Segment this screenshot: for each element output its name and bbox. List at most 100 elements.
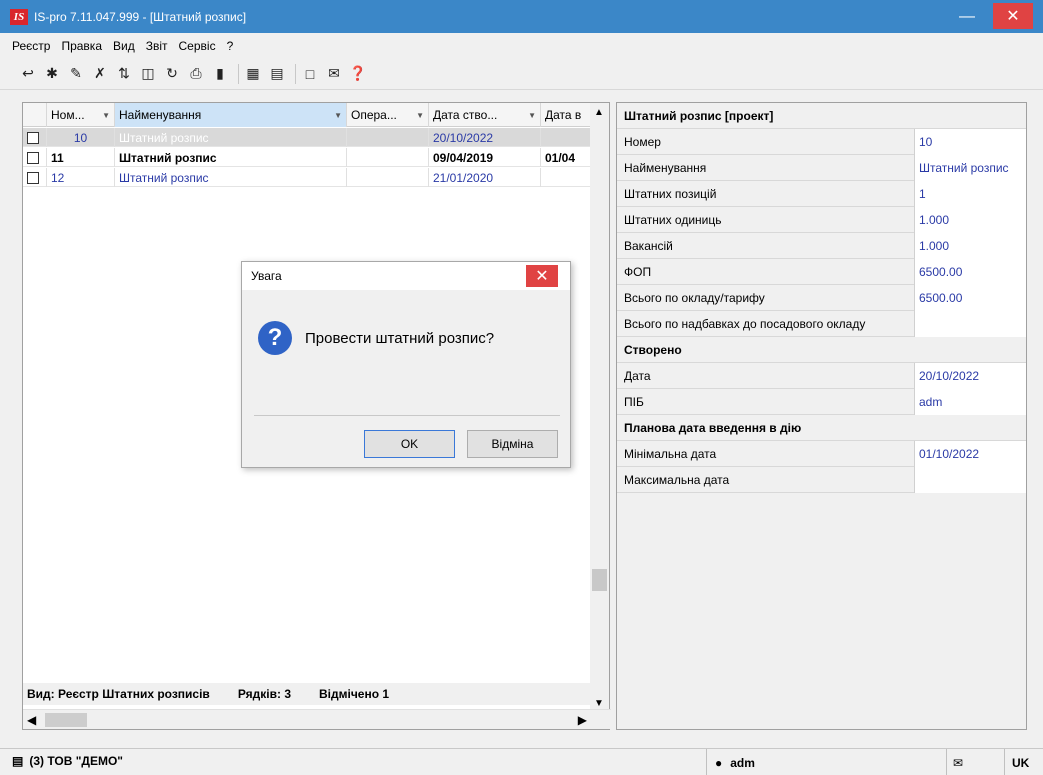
window-title: IS-pro 7.11.047.999 - [Штатний розпис] — [34, 9, 247, 24]
scroll-thumb[interactable] — [592, 569, 607, 591]
mail-icon[interactable]: ✉ — [324, 64, 344, 84]
menu-report[interactable]: Звіт — [146, 39, 168, 53]
delete-icon[interactable]: ✗ — [90, 64, 110, 84]
menu-help[interactable]: ? — [227, 39, 234, 53]
horizontal-scrollbar[interactable]: ◀ ▶ — [23, 709, 611, 729]
prop-row[interactable]: Всього по надбавках до посадового окладу — [617, 311, 1026, 337]
status-bar: ▤ (3) ТОВ "ДЕМО" ● adm ✉ UK — [0, 748, 1043, 775]
refresh-icon[interactable]: ↻ — [162, 64, 182, 84]
col-number-label: Ном... — [51, 108, 85, 122]
vertical-scrollbar[interactable]: ▲ ▼ — [590, 103, 609, 711]
prop-value[interactable] — [915, 467, 1026, 493]
minimize-button[interactable]: — — [945, 0, 989, 33]
properties-panel: Штатний розпис [проект] Номер 10 Наймену… — [616, 102, 1027, 730]
title-bar: IS IS-pro 7.11.047.999 - [Штатний розпис… — [0, 0, 1043, 33]
table-row[interactable]: ✓ 10 Штатний розпис 20/10/2022 — [23, 128, 591, 147]
col-created[interactable]: Дата ство... ▼ — [429, 103, 541, 127]
prop-value[interactable]: Штатний розпис — [915, 155, 1026, 181]
table-row[interactable]: 11 Штатний розпис 09/04/2019 01/04 — [23, 148, 591, 167]
sort-arrow-icon: ▼ — [334, 111, 342, 120]
help-icon[interactable]: ❓ — [348, 64, 368, 84]
prop-row[interactable]: Мінімальна дата 01/10/2022 — [617, 441, 1026, 467]
row-checkbox[interactable] — [23, 168, 47, 187]
dialog-title: Увага — [251, 269, 282, 283]
cell-operation — [347, 168, 429, 187]
close-button[interactable]: ✕ — [993, 3, 1033, 29]
prop-row[interactable]: Всього по окладу/тарифу 6500.00 — [617, 285, 1026, 311]
org-indicator[interactable]: ▤ (3) ТОВ "ДЕМО" — [12, 754, 123, 768]
scroll-left-icon[interactable]: ◀ — [27, 713, 36, 727]
created-header: Створено — [617, 337, 1026, 363]
scroll-thumb[interactable] — [45, 713, 87, 727]
col-date-in-label: Дата в — [545, 108, 582, 122]
col-date-in[interactable]: Дата в — [541, 103, 591, 127]
filter-icon[interactable]: ◫ — [138, 64, 158, 84]
sort-icon[interactable]: ⇅ — [114, 64, 134, 84]
prop-value[interactable]: 1.000 — [915, 233, 1026, 259]
prop-value[interactable] — [915, 311, 1026, 337]
export-icon[interactable]: ▮ — [210, 64, 230, 84]
checkbox-icon[interactable] — [27, 151, 39, 164]
confirm-dialog: Увага ✕ ? Провести штатний розпис? OK Ві… — [241, 261, 571, 468]
user-indicator[interactable]: ● adm — [706, 749, 946, 775]
row-checkbox[interactable]: ✓ — [23, 128, 47, 147]
prop-row[interactable]: Штатних одиниць 1.000 — [617, 207, 1026, 233]
prop-value[interactable]: 1 — [915, 181, 1026, 207]
checkbox-icon[interactable] — [27, 171, 39, 184]
menu-service[interactable]: Сервіс — [179, 39, 216, 53]
open-icon[interactable]: ↩ — [18, 64, 38, 84]
prop-label: ФОП — [617, 259, 915, 285]
toolbar-separator — [295, 63, 296, 84]
prop-label: Вакансій — [617, 233, 915, 259]
menu-registry[interactable]: Реєстр — [12, 39, 50, 53]
sort-arrow-icon: ▼ — [416, 111, 424, 120]
checkbox-checked-icon[interactable]: ✓ — [27, 131, 39, 144]
cancel-button[interactable]: Відміна — [467, 430, 558, 458]
cell-date-in — [541, 128, 591, 147]
col-name-label: Найменування — [119, 108, 202, 122]
dialog-title-bar: Увага ✕ — [242, 262, 570, 290]
scroll-up-icon[interactable]: ▲ — [594, 107, 604, 118]
prop-row[interactable]: Дата 20/10/2022 — [617, 363, 1026, 389]
prop-value[interactable]: 01/10/2022 — [915, 441, 1026, 467]
menu-edit[interactable]: Правка — [61, 39, 102, 53]
row-checkbox[interactable] — [23, 148, 47, 167]
prop-value[interactable]: 1.000 — [915, 207, 1026, 233]
create-icon[interactable]: ✱ — [42, 64, 62, 84]
calculator-icon[interactable]: ▤ — [267, 64, 287, 84]
prop-value[interactable]: 6500.00 — [915, 259, 1026, 285]
prop-value[interactable]: 10 — [915, 129, 1026, 155]
org-name: (3) ТОВ "ДЕМО" — [29, 754, 123, 768]
document-icon[interactable]: □ — [300, 64, 320, 84]
prop-label: Дата — [617, 363, 915, 389]
scroll-right-icon[interactable]: ▶ — [578, 713, 587, 727]
col-number[interactable]: Ном... ▼ — [47, 103, 115, 127]
scroll-down-icon[interactable]: ▼ — [594, 698, 604, 709]
edit-icon[interactable]: ✎ — [66, 64, 86, 84]
prop-value[interactable]: adm — [915, 389, 1026, 415]
print-icon[interactable]: ⎙ — [186, 64, 206, 84]
col-check — [23, 103, 47, 127]
prop-row[interactable]: Максимальна дата — [617, 467, 1026, 493]
prop-value[interactable]: 20/10/2022 — [915, 363, 1026, 389]
ok-button[interactable]: OK — [364, 430, 455, 458]
prop-row[interactable]: ПІБ adm — [617, 389, 1026, 415]
prop-value[interactable]: 6500.00 — [915, 285, 1026, 311]
language-indicator[interactable]: UK — [1004, 749, 1043, 775]
prop-row[interactable]: Штатних позицій 1 — [617, 181, 1026, 207]
prop-row[interactable]: Вакансій 1.000 — [617, 233, 1026, 259]
dialog-close-icon[interactable]: ✕ — [526, 265, 558, 287]
table-row[interactable]: 12 Штатний розпис 21/01/2020 — [23, 168, 591, 187]
table-icon[interactable]: ▦ — [243, 64, 263, 84]
col-name[interactable]: Найменування ▼ — [115, 103, 347, 127]
question-icon: ? — [258, 321, 292, 355]
app-logo-icon: IS — [10, 8, 28, 25]
prop-label: Всього по окладу/тарифу — [617, 285, 915, 311]
mail-icon[interactable]: ✉ — [946, 749, 1004, 775]
prop-row[interactable]: Найменування Штатний розпис — [617, 155, 1026, 181]
menu-view[interactable]: Вид — [113, 39, 135, 53]
user-name: adm — [730, 755, 755, 770]
col-operation[interactable]: Опера... ▼ — [347, 103, 429, 127]
prop-row[interactable]: ФОП 6500.00 — [617, 259, 1026, 285]
prop-row[interactable]: Номер 10 — [617, 129, 1026, 155]
